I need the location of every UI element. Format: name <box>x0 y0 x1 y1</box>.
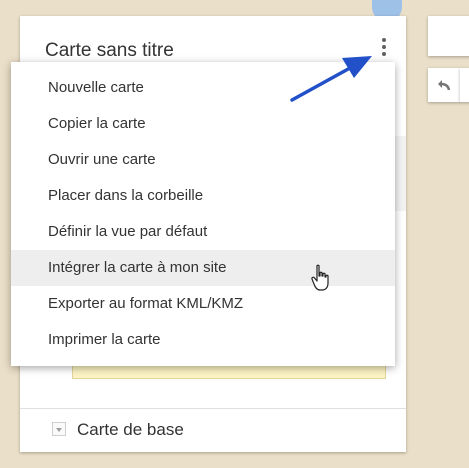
base-map-label: Carte de base <box>77 420 184 439</box>
redo-button[interactable] <box>460 68 469 102</box>
undo-icon <box>438 80 451 91</box>
map-title[interactable]: Carte sans titre <box>45 40 174 62</box>
more-vert-icon[interactable] <box>380 38 388 60</box>
menu-item-default-view[interactable]: Définir la vue par défaut <box>11 214 395 250</box>
hand-pointer-icon <box>311 264 329 291</box>
search-box[interactable] <box>428 16 469 56</box>
menu-item-print[interactable]: Imprimer la carte <box>11 322 395 358</box>
base-map-row[interactable]: Carte de base <box>20 409 406 452</box>
menu-item-trash[interactable]: Placer dans la corbeille <box>11 178 395 214</box>
map-options-menu: Nouvelle carte Copier la carte Ouvrir un… <box>11 62 395 366</box>
menu-item-export-kml[interactable]: Exporter au format KML/KMZ <box>11 286 395 322</box>
undo-button[interactable] <box>428 68 460 102</box>
chevron-down-icon[interactable] <box>52 422 66 436</box>
menu-item-copy-map[interactable]: Copier la carte <box>11 106 395 142</box>
menu-item-open-map[interactable]: Ouvrir une carte <box>11 142 395 178</box>
menu-item-embed[interactable]: Intégrer la carte à mon site <box>11 250 395 286</box>
arrow-icon <box>290 56 372 102</box>
